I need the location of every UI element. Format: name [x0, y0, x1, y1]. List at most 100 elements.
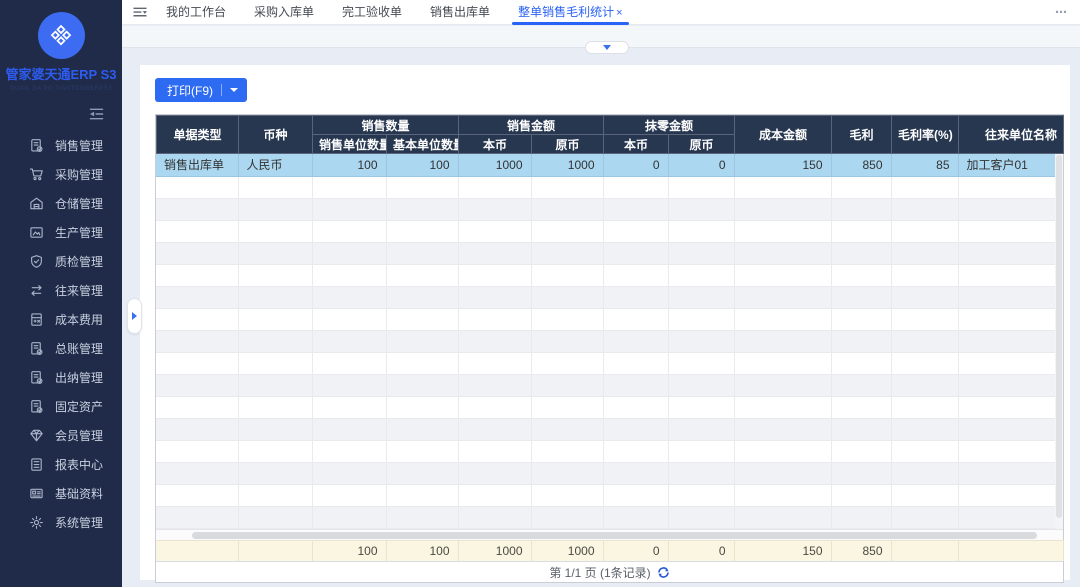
empty-cell — [734, 198, 832, 221]
empty-cell — [238, 484, 313, 507]
empty-cell — [531, 396, 604, 419]
cell-sales-amount-original[interactable]: 1000 — [531, 154, 604, 177]
sidebar-item-cost[interactable]: 成本费用 — [0, 305, 122, 334]
collapse-menu-icon[interactable] — [88, 107, 105, 121]
tab-purchase-inbound[interactable]: 采购入库单 — [240, 0, 328, 25]
empty-cell — [891, 308, 959, 331]
empty-cell — [531, 308, 604, 331]
print-button[interactable]: 打印(F9) — [155, 78, 247, 102]
calculator-icon — [29, 312, 44, 327]
sidebar-item-label: 往来管理 — [55, 284, 104, 298]
expand-side-panel-button[interactable] — [127, 298, 142, 334]
empty-cell — [831, 506, 892, 529]
tab-sales-outbound[interactable]: 销售出库单 — [416, 0, 504, 25]
empty-cell — [458, 264, 532, 287]
empty-cell — [891, 286, 959, 309]
cell-partner-name[interactable]: 加工客户01 — [958, 154, 1056, 177]
sidebar-item-basic-data[interactable]: 基础资料 — [0, 479, 122, 508]
empty-cell — [531, 176, 604, 199]
empty-cell — [156, 198, 239, 221]
total-base-unit-qty: 100 — [386, 539, 459, 561]
refresh-icon[interactable] — [657, 566, 670, 579]
tab-sales-profit-stats[interactable]: 整单销售毛利统计 × — [504, 0, 636, 25]
horizontal-scrollbar-thumb[interactable] — [192, 531, 1037, 539]
tab-completion-acceptance[interactable]: 完工验收单 — [328, 0, 416, 25]
sidebar-item-label: 生产管理 — [55, 226, 104, 240]
empty-cell — [312, 352, 387, 375]
empty-cell — [603, 308, 669, 331]
expand-filter-panel-button[interactable] — [585, 41, 629, 54]
data-grid: 单据类型 币种 销售数量 销售金额 抹零金额 成本金额 毛利 毛利率(%) 往来… — [155, 114, 1065, 583]
empty-cell — [238, 264, 313, 287]
sidebar-item-general-ledger[interactable]: 总账管理 — [0, 334, 122, 363]
cell-rounding-original[interactable]: 0 — [668, 154, 735, 177]
warehouse-icon — [29, 196, 44, 211]
table-row-empty — [156, 352, 1056, 375]
empty-cell — [458, 308, 532, 331]
empty-cell — [156, 418, 239, 441]
table-row-selected[interactable]: 销售出库单 人民币 100 100 1000 1000 0 0 150 850 … — [156, 154, 1056, 177]
empty-cell — [958, 462, 1056, 485]
ledger-icon — [29, 399, 44, 414]
sidebar-item-quality[interactable]: 质检管理 — [0, 247, 122, 276]
table-row-empty — [156, 374, 1056, 397]
cell-base-unit-qty[interactable]: 100 — [386, 154, 459, 177]
sidebar-item-contacts[interactable]: 往来管理 — [0, 276, 122, 305]
empty-cell — [458, 462, 532, 485]
cell-rounding-local[interactable]: 0 — [603, 154, 669, 177]
total-cost-amount: 150 — [734, 539, 832, 561]
col-header-partner-name: 往来单位名称 — [958, 115, 1065, 154]
sidebar-item-system[interactable]: 系统管理 — [0, 508, 122, 537]
cell-cost-amount[interactable]: 150 — [734, 154, 832, 177]
empty-cell — [831, 308, 892, 331]
sidebar-item-production[interactable]: 生产管理 — [0, 218, 122, 247]
empty-cell — [603, 396, 669, 419]
tab-my-workbench[interactable]: 我的工作台 — [152, 0, 240, 25]
empty-cell — [734, 396, 832, 419]
empty-cell — [238, 440, 313, 463]
empty-cell — [831, 242, 892, 265]
sidebar-item-warehouse[interactable]: 仓储管理 — [0, 189, 122, 218]
empty-cell — [386, 374, 459, 397]
empty-cell — [958, 396, 1056, 419]
cell-gross-margin[interactable]: 85 — [891, 154, 959, 177]
table-row-empty — [156, 418, 1056, 441]
cell-currency[interactable]: 人民币 — [238, 154, 313, 177]
sidebar-item-cashier[interactable]: 出纳管理 — [0, 363, 122, 392]
group-header-sales-amount: 销售金额 — [458, 115, 605, 135]
empty-cell — [958, 198, 1056, 221]
vertical-scrollbar-thumb[interactable] — [1056, 155, 1062, 519]
col-header-original-currency: 原币 — [531, 134, 605, 154]
empty-cell — [531, 198, 604, 221]
empty-cell — [531, 374, 604, 397]
empty-cell — [238, 396, 313, 419]
empty-cell — [734, 418, 832, 441]
empty-cell — [734, 220, 832, 243]
tab-list-dropdown-icon[interactable] — [128, 6, 152, 19]
cell-sales-unit-qty[interactable]: 100 — [312, 154, 387, 177]
sidebar-item-label: 质检管理 — [55, 255, 104, 269]
more-tabs-icon[interactable]: ⋯ — [1055, 5, 1068, 19]
sidebar-item-sales[interactable]: 销售管理 — [0, 131, 122, 160]
empty-cell — [734, 440, 832, 463]
empty-cell — [386, 286, 459, 309]
chevron-down-icon — [603, 45, 611, 50]
sidebar-item-purchase[interactable]: 采购管理 — [0, 160, 122, 189]
sidebar-item-reports[interactable]: 报表中心 — [0, 450, 122, 479]
empty-cell — [831, 220, 892, 243]
empty-cell — [312, 220, 387, 243]
total-cell — [238, 539, 313, 561]
sidebar-item-members[interactable]: 会员管理 — [0, 421, 122, 450]
empty-cell — [603, 374, 669, 397]
sidebar-item-fixed-assets[interactable]: 固定资产 — [0, 392, 122, 421]
close-tab-icon[interactable]: × — [616, 7, 622, 19]
empty-cell — [238, 374, 313, 397]
button-divider — [221, 84, 222, 96]
cell-doc-type[interactable]: 销售出库单 — [156, 154, 239, 177]
empty-cell — [458, 484, 532, 507]
empty-cell — [668, 286, 735, 309]
cell-gross-profit[interactable]: 850 — [831, 154, 892, 177]
tab-bar: 我的工作台 采购入库单 完工验收单 销售出库单 整单销售毛利统计 × ⋯ — [122, 0, 1080, 25]
cell-sales-amount-local[interactable]: 1000 — [458, 154, 532, 177]
empty-cell — [312, 462, 387, 485]
